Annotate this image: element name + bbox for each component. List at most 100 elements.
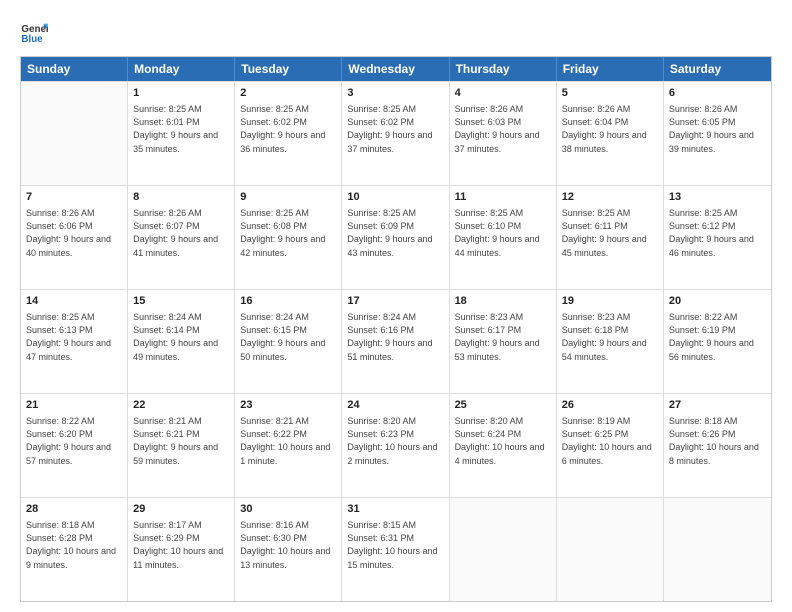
table-row: 24 Sunrise: 8:20 AMSunset: 6:23 PMDayligh…	[342, 394, 449, 497]
table-row: 26 Sunrise: 8:19 AMSunset: 6:25 PMDayligh…	[557, 394, 664, 497]
calendar-body: 1 Sunrise: 8:25 AMSunset: 6:01 PMDaylight…	[21, 81, 771, 601]
day-number: 5	[562, 86, 658, 101]
day-number: 18	[455, 294, 551, 309]
table-row: 21 Sunrise: 8:22 AMSunset: 6:20 PMDayligh…	[21, 394, 128, 497]
table-row: 27 Sunrise: 8:18 AMSunset: 6:26 PMDayligh…	[664, 394, 771, 497]
table-row: 13 Sunrise: 8:25 AMSunset: 6:12 PMDayligh…	[664, 186, 771, 289]
day-number: 7	[26, 190, 122, 205]
table-row: 15 Sunrise: 8:24 AMSunset: 6:14 PMDayligh…	[128, 290, 235, 393]
day-info: Sunrise: 8:24 AMSunset: 6:15 PMDaylight:…	[240, 311, 336, 363]
week-row-5: 28Sunrise: 8:18 AMSunset: 6:28 PMDayligh…	[21, 497, 771, 601]
day-number: 21	[26, 398, 122, 413]
header: General Blue	[20, 18, 772, 46]
table-row	[557, 498, 664, 601]
day-number: 20	[669, 294, 766, 309]
table-row: 7 Sunrise: 8:26 AMSunset: 6:06 PMDaylight…	[21, 186, 128, 289]
table-row: 8Sunrise: 8:26 AMSunset: 6:07 PMDaylight…	[128, 186, 235, 289]
day-info: Sunrise: 8:25 AMSunset: 6:12 PMDaylight:…	[669, 207, 766, 259]
table-row: 5 Sunrise: 8:26 AMSunset: 6:04 PMDaylight…	[557, 82, 664, 185]
day-info: Sunrise: 8:16 AMSunset: 6:30 PMDaylight:…	[240, 519, 336, 571]
col-header-tuesday: Tuesday	[235, 57, 342, 81]
day-info: Sunrise: 8:23 AMSunset: 6:17 PMDaylight:…	[455, 311, 551, 363]
table-row: 6 Sunrise: 8:26 AMSunset: 6:05 PMDaylight…	[664, 82, 771, 185]
day-number: 19	[562, 294, 658, 309]
table-row	[664, 498, 771, 601]
day-info: Sunrise: 8:21 AMSunset: 6:22 PMDaylight:…	[240, 415, 336, 467]
table-row: 20 Sunrise: 8:22 AMSunset: 6:19 PMDayligh…	[664, 290, 771, 393]
day-info: Sunrise: 8:18 AMSunset: 6:26 PMDaylight:…	[669, 415, 766, 467]
day-number: 17	[347, 294, 443, 309]
day-number: 13	[669, 190, 766, 205]
day-number: 25	[455, 398, 551, 413]
table-row: 9 Sunrise: 8:25 AMSunset: 6:08 PMDaylight…	[235, 186, 342, 289]
day-number: 6	[669, 86, 766, 101]
table-row: 23Sunrise: 8:21 AMSunset: 6:22 PMDayligh…	[235, 394, 342, 497]
table-row: 30 Sunrise: 8:16 AMSunset: 6:30 PMDayligh…	[235, 498, 342, 601]
day-info: Sunrise: 8:26 AMSunset: 6:03 PMDaylight:…	[455, 103, 551, 155]
day-info: Sunrise: 8:25 AMSunset: 6:08 PMDaylight:…	[240, 207, 336, 259]
day-number: 22	[133, 398, 229, 413]
day-number: 14	[26, 294, 122, 309]
table-row: 12Sunrise: 8:25 AMSunset: 6:11 PMDayligh…	[557, 186, 664, 289]
week-row-1: 1 Sunrise: 8:25 AMSunset: 6:01 PMDaylight…	[21, 81, 771, 185]
day-number: 11	[455, 190, 551, 205]
day-info: Sunrise: 8:21 AMSunset: 6:21 PMDaylight:…	[133, 415, 229, 467]
day-number: 16	[240, 294, 336, 309]
day-info: Sunrise: 8:24 AMSunset: 6:16 PMDaylight:…	[347, 311, 443, 363]
day-number: 3	[347, 86, 443, 101]
table-row: 31 Sunrise: 8:15 AMSunset: 6:31 PMDayligh…	[342, 498, 449, 601]
table-row: 10Sunrise: 8:25 AMSunset: 6:09 PMDayligh…	[342, 186, 449, 289]
day-number: 24	[347, 398, 443, 413]
day-info: Sunrise: 8:19 AMSunset: 6:25 PMDaylight:…	[562, 415, 658, 467]
calendar-page: General Blue SundayMondayTuesdayWednesda…	[0, 0, 792, 612]
day-info: Sunrise: 8:25 AMSunset: 6:09 PMDaylight:…	[347, 207, 443, 259]
day-number: 8	[133, 190, 229, 205]
day-info: Sunrise: 8:25 AMSunset: 6:13 PMDaylight:…	[26, 311, 122, 363]
day-number: 1	[133, 86, 229, 101]
day-number: 26	[562, 398, 658, 413]
day-number: 9	[240, 190, 336, 205]
day-info: Sunrise: 8:23 AMSunset: 6:18 PMDaylight:…	[562, 311, 658, 363]
col-header-monday: Monday	[128, 57, 235, 81]
table-row: 22 Sunrise: 8:21 AMSunset: 6:21 PMDayligh…	[128, 394, 235, 497]
table-row: 1 Sunrise: 8:25 AMSunset: 6:01 PMDaylight…	[128, 82, 235, 185]
col-header-saturday: Saturday	[664, 57, 771, 81]
day-info: Sunrise: 8:26 AMSunset: 6:06 PMDaylight:…	[26, 207, 122, 259]
col-header-thursday: Thursday	[450, 57, 557, 81]
table-row: 14 Sunrise: 8:25 AMSunset: 6:13 PMDayligh…	[21, 290, 128, 393]
day-info: Sunrise: 8:22 AMSunset: 6:20 PMDaylight:…	[26, 415, 122, 467]
day-info: Sunrise: 8:24 AMSunset: 6:14 PMDaylight:…	[133, 311, 229, 363]
day-info: Sunrise: 8:20 AMSunset: 6:23 PMDaylight:…	[347, 415, 443, 467]
table-row	[21, 82, 128, 185]
table-row: 25 Sunrise: 8:20 AMSunset: 6:24 PMDayligh…	[450, 394, 557, 497]
day-number: 31	[347, 502, 443, 517]
week-row-2: 7 Sunrise: 8:26 AMSunset: 6:06 PMDaylight…	[21, 185, 771, 289]
col-header-sunday: Sunday	[21, 57, 128, 81]
day-info: Sunrise: 8:25 AMSunset: 6:10 PMDaylight:…	[455, 207, 551, 259]
col-header-friday: Friday	[557, 57, 664, 81]
table-row: 29Sunrise: 8:17 AMSunset: 6:29 PMDayligh…	[128, 498, 235, 601]
day-info: Sunrise: 8:25 AMSunset: 6:01 PMDaylight:…	[133, 103, 229, 155]
day-info: Sunrise: 8:20 AMSunset: 6:24 PMDaylight:…	[455, 415, 551, 467]
day-number: 28	[26, 502, 122, 517]
calendar: SundayMondayTuesdayWednesdayThursdayFrid…	[20, 56, 772, 602]
day-info: Sunrise: 8:26 AMSunset: 6:05 PMDaylight:…	[669, 103, 766, 155]
day-info: Sunrise: 8:25 AMSunset: 6:02 PMDaylight:…	[240, 103, 336, 155]
table-row	[450, 498, 557, 601]
day-info: Sunrise: 8:17 AMSunset: 6:29 PMDaylight:…	[133, 519, 229, 571]
day-number: 4	[455, 86, 551, 101]
table-row: 16 Sunrise: 8:24 AMSunset: 6:15 PMDayligh…	[235, 290, 342, 393]
logo: General Blue	[20, 18, 48, 46]
day-info: Sunrise: 8:26 AMSunset: 6:04 PMDaylight:…	[562, 103, 658, 155]
day-info: Sunrise: 8:22 AMSunset: 6:19 PMDaylight:…	[669, 311, 766, 363]
col-header-wednesday: Wednesday	[342, 57, 449, 81]
day-info: Sunrise: 8:15 AMSunset: 6:31 PMDaylight:…	[347, 519, 443, 571]
week-row-4: 21 Sunrise: 8:22 AMSunset: 6:20 PMDayligh…	[21, 393, 771, 497]
day-number: 30	[240, 502, 336, 517]
day-number: 27	[669, 398, 766, 413]
table-row: 4 Sunrise: 8:26 AMSunset: 6:03 PMDaylight…	[450, 82, 557, 185]
logo-icon: General Blue	[20, 18, 48, 46]
day-info: Sunrise: 8:25 AMSunset: 6:02 PMDaylight:…	[347, 103, 443, 155]
day-number: 15	[133, 294, 229, 309]
svg-text:Blue: Blue	[21, 34, 43, 45]
